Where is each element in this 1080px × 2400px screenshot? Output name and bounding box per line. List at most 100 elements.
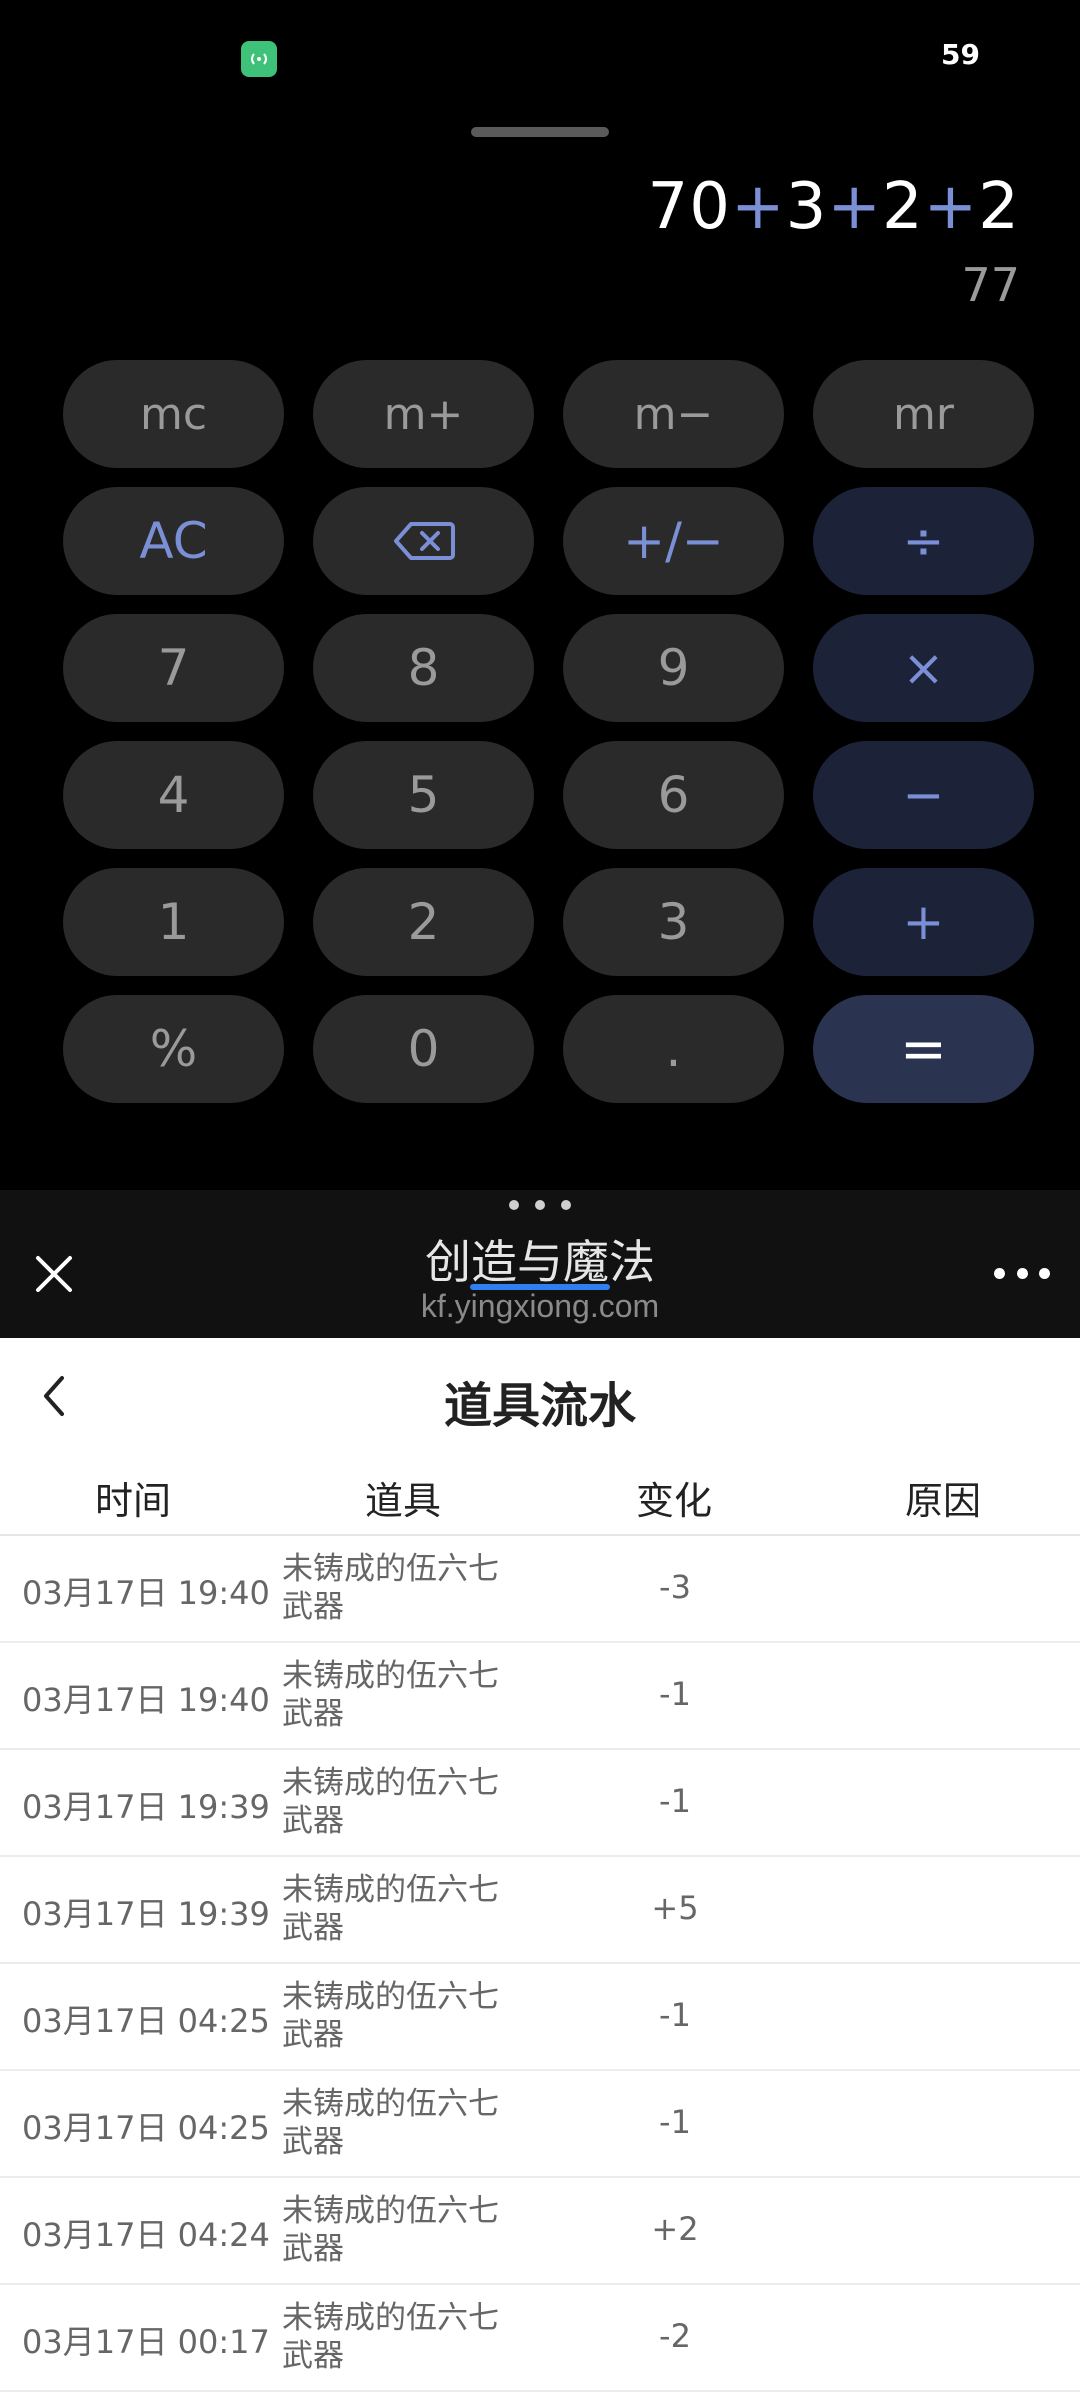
expression-operator: + — [730, 170, 786, 244]
cell-change: -1 — [659, 1782, 691, 1820]
cell-time: 03月17日 00:17 — [22, 2323, 270, 2361]
key-label: 8 — [407, 639, 440, 697]
cell-item: 未铸成的伍六七武器 — [282, 2193, 499, 2267]
key-label: m+ — [383, 388, 464, 440]
key-label: mc — [139, 388, 208, 440]
key-label: 2 — [407, 893, 440, 951]
cell-change: -1 — [659, 1675, 691, 1713]
key-label: 9 — [657, 639, 690, 697]
column-header-time: 时间 — [95, 1479, 172, 1523]
key-label: 1 — [157, 893, 190, 951]
cell-change: -1 — [659, 1996, 691, 2034]
key-label: 6 — [657, 766, 690, 824]
cell-item: 未铸成的伍六七武器 — [282, 1979, 499, 2053]
key-label: 0 — [407, 1020, 440, 1078]
cell-change: +2 — [651, 2210, 699, 2248]
mini-program-title: 创造与魔法 — [425, 1235, 655, 1290]
cell-time: 03月17日 04:25 — [22, 2002, 270, 2040]
cell-time: 03月17日 19:40 — [22, 1574, 270, 1612]
key-label: . — [665, 1020, 682, 1078]
drag-handle[interactable] — [471, 127, 609, 137]
key-m-plus-button[interactable]: m+ — [313, 360, 534, 468]
key-0-button[interactable]: 0 — [313, 995, 534, 1103]
table-header: 时间 道具 变化 原因 — [0, 1450, 1080, 1536]
expression-operator: + — [827, 170, 882, 244]
key-minus-button[interactable]: − — [813, 741, 1034, 849]
key-8-button[interactable]: 8 — [313, 614, 534, 722]
key-ac-button[interactable]: AC — [63, 487, 284, 595]
column-header-change: 变化 — [636, 1479, 713, 1523]
table-body: 03月17日 19:40 未铸成的伍六七武器 -3 03月17日 19:40 未铸成的伍… — [0, 1536, 1080, 2392]
key-m-minus-button[interactable]: m− — [563, 360, 784, 468]
expression-operand: 2 — [881, 170, 924, 244]
key-7-button[interactable]: 7 — [63, 614, 284, 722]
key-4-button[interactable]: 4 — [63, 741, 284, 849]
cell-change: -3 — [659, 1568, 691, 1606]
cell-item: 未铸成的伍六七武器 — [282, 1872, 499, 1946]
cell-time: 03月17日 19:39 — [22, 1788, 270, 1826]
key-percent-button[interactable]: % — [63, 995, 284, 1103]
cell-change: +5 — [651, 1889, 699, 1927]
key-multiply-button[interactable]: × — [813, 614, 1034, 722]
key-6-button[interactable]: 6 — [563, 741, 784, 849]
table-row[interactable]: 03月17日 04:25 未铸成的伍六七武器 -1 — [0, 2071, 1080, 2178]
cell-time: 03月17日 19:40 — [22, 1681, 270, 1719]
table-row[interactable]: 03月17日 19:39 未铸成的伍六七武器 -1 — [0, 1750, 1080, 1857]
cell-item: 未铸成的伍六七武器 — [282, 2300, 499, 2374]
table-row[interactable]: 03月17日 19:39 未铸成的伍六七武器 +5 — [0, 1857, 1080, 1964]
cell-item: 未铸成的伍六七武器 — [282, 1551, 499, 1625]
cell-time: 03月17日 04:24 — [22, 2216, 270, 2254]
key-5-button[interactable]: 5 — [313, 741, 534, 849]
calculator-panel: 70+3+2+2 77 mc m+ m− mr AC +/− ÷ 7 8 9 × 4 5 6−1 2 3 +% 0… — [0, 0, 1080, 1190]
expression-operand: 70 — [647, 170, 731, 244]
key-3-button[interactable]: 3 — [563, 868, 784, 976]
key-equals-button[interactable]: = — [813, 995, 1034, 1103]
table-row[interactable]: 03月17日 04:24 未铸成的伍六七武器 +2 — [0, 2178, 1080, 2285]
key-label: 7 — [157, 639, 190, 697]
cell-change: -2 — [659, 2317, 691, 2355]
column-header-reason: 原因 — [905, 1479, 982, 1523]
cell-item: 未铸成的伍六七武器 — [282, 1765, 499, 1839]
more-icon[interactable] — [994, 1268, 1050, 1280]
cell-item: 未铸成的伍六七武器 — [282, 1658, 499, 1732]
key-label: ÷ — [902, 512, 945, 570]
key-label: AC — [139, 512, 208, 570]
key-decimal-button[interactable]: . — [563, 995, 784, 1103]
cell-change: -1 — [659, 2103, 691, 2141]
key-label: = — [900, 1016, 947, 1082]
key-plus-minus-button[interactable]: +/− — [563, 487, 784, 595]
expression-operator: + — [923, 170, 979, 244]
key-plus-button[interactable]: + — [813, 868, 1034, 976]
table-row[interactable]: 03月17日 19:40 未铸成的伍六七武器 -3 — [0, 1536, 1080, 1643]
page-title: 道具流水 — [443, 1378, 636, 1434]
key-label: + — [902, 893, 945, 951]
item-log-page: 道具流水 时间 道具 变化 原因 03月17日 19:40 未铸成的伍六七武器 -3… — [0, 1338, 1080, 2400]
key-1-button[interactable]: 1 — [63, 868, 284, 976]
table-row[interactable]: 03月17日 00:17 未铸成的伍六七武器 -2 — [0, 2285, 1080, 2392]
table-row[interactable]: 03月17日 19:40 未铸成的伍六七武器 -1 — [0, 1643, 1080, 1750]
expression-operand: 3 — [785, 170, 828, 244]
backspace-icon — [393, 522, 455, 560]
key-backspace-button[interactable] — [313, 487, 534, 595]
key-label: mr — [893, 388, 954, 440]
battery-level: 59 — [941, 38, 980, 71]
page-indicator — [0, 1190, 1080, 1220]
key-9-button[interactable]: 9 — [563, 614, 784, 722]
calc-result: 77 — [961, 258, 1020, 312]
key-label: 5 — [407, 766, 440, 824]
hotspot-icon — [241, 41, 277, 77]
mini-program-url: kf.yingxiong.com — [420, 1288, 660, 1324]
column-header-item: 道具 — [365, 1479, 442, 1523]
key-divide-button[interactable]: ÷ — [813, 487, 1034, 595]
key-label: +/− — [623, 512, 724, 570]
expression-operand: 2 — [978, 170, 1020, 244]
key-2-button[interactable]: 2 — [313, 868, 534, 976]
key-mc-button[interactable]: mc — [63, 360, 284, 468]
key-label: m− — [633, 388, 714, 440]
key-mr-button[interactable]: mr — [813, 360, 1034, 468]
status-bar: 59 — [0, 0, 1080, 120]
cell-time: 03月17日 04:25 — [22, 2109, 270, 2147]
table-row[interactable]: 03月17日 04:25 未铸成的伍六七武器 -1 — [0, 1964, 1080, 2071]
key-label: % — [149, 1020, 198, 1078]
calc-expression: 70+3+2+2 — [648, 170, 1020, 244]
